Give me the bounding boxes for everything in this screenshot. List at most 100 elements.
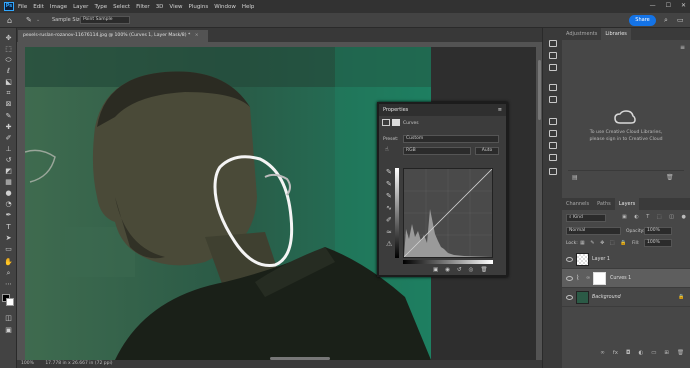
eye-icon[interactable] [566, 276, 573, 281]
document-canvas[interactable] [25, 47, 431, 360]
menu-image[interactable]: Image [50, 4, 67, 10]
menu-window[interactable]: Window [214, 4, 236, 10]
layer-mask-thumbnail[interactable] [593, 272, 606, 285]
home-icon[interactable]: ⌂ [7, 16, 12, 25]
rectangle-tool-icon[interactable]: ▭ [4, 245, 13, 253]
object-selection-tool-icon[interactable]: ⬕ [4, 78, 13, 86]
library-footer-icon[interactable]: ▤ [572, 174, 578, 181]
share-button[interactable]: Share [629, 15, 656, 26]
menu-filter[interactable]: Filter [136, 4, 150, 10]
eye-icon[interactable] [566, 295, 573, 300]
new-layer-icon[interactable]: ⊞ [664, 350, 669, 360]
eyedropper-tool-icon[interactable]: ✎ [26, 16, 32, 24]
more-tools-icon[interactable]: ⋯ [4, 280, 13, 288]
toggle-visibility-icon[interactable]: ◎ [469, 267, 474, 273]
patterns-panel-icon[interactable] [549, 168, 557, 175]
menu-plugins[interactable]: Plugins [188, 4, 208, 10]
history-panel-icon[interactable] [549, 40, 557, 47]
tab-paths[interactable]: Paths [593, 198, 615, 210]
artboard-tool-icon[interactable]: ⬚ [4, 45, 13, 53]
link-layers-icon[interactable]: ∞ [600, 350, 605, 360]
quick-mask-icon[interactable]: ◫ [4, 314, 13, 322]
clip-to-layer-icon[interactable]: ▣ [433, 267, 438, 273]
auto-button[interactable]: Auto [475, 147, 499, 155]
character-panel-icon[interactable] [549, 64, 557, 71]
smooth-curve-icon[interactable]: ≈ [386, 228, 392, 236]
zoom-level[interactable]: 100% [21, 361, 34, 366]
zoom-tool-icon[interactable]: ⌕ [4, 269, 13, 277]
black-point-eyedropper-icon[interactable]: ✎ [386, 168, 392, 176]
swatches-panel-icon[interactable] [549, 84, 557, 91]
layer-filter-kind[interactable]: ⌕ Kind [566, 214, 606, 222]
reset-icon[interactable]: ↺ [457, 267, 462, 273]
tab-libraries[interactable]: Libraries [601, 28, 631, 40]
pencil-draw-icon[interactable]: ✐ [386, 216, 392, 224]
blend-mode-select[interactable]: Normal [566, 227, 621, 235]
type-tool-icon[interactable]: T [4, 223, 13, 231]
tool-preset-chevron-icon[interactable]: ⌄ [36, 17, 40, 23]
delete-layer-icon[interactable]: 🗑 [677, 350, 684, 360]
add-style-icon[interactable]: fx [613, 350, 618, 360]
properties-title-bar[interactable]: Properties ≡ [379, 104, 506, 116]
path-selection-icon[interactable]: ➤ [4, 234, 13, 242]
eyedropper-icon[interactable]: ✎ [4, 112, 13, 120]
opacity-input[interactable]: 100% [644, 227, 672, 235]
menu-view[interactable]: View [169, 4, 182, 10]
eye-icon[interactable] [566, 257, 573, 262]
properties-panel-icon[interactable] [549, 52, 557, 59]
lock-icons[interactable]: ▦ ✎ ✥ ⬚ 🔒 [580, 240, 628, 246]
clone-stamp-icon[interactable]: ⊥ [4, 145, 13, 153]
layer-row-background[interactable]: Background 🔒 [562, 288, 690, 307]
minimize-button[interactable]: — [650, 2, 656, 9]
menu-3d[interactable]: 3D [156, 4, 164, 10]
workspace-icon[interactable]: ▭ [677, 16, 684, 24]
mask-icon[interactable] [392, 119, 400, 126]
sample-size-select[interactable]: Point Sample [80, 16, 130, 24]
on-image-adjust-icon[interactable]: ☝ [385, 146, 389, 153]
channel-select[interactable]: RGB [403, 147, 471, 155]
menu-file[interactable]: File [18, 4, 27, 10]
new-group-icon[interactable]: ▭ [651, 350, 656, 360]
brushes-panel-icon[interactable] [549, 118, 557, 125]
gray-point-eyedropper-icon[interactable]: ✎ [386, 180, 392, 188]
tab-channels[interactable]: Channels [562, 198, 593, 210]
link-icon[interactable]: ∞ [586, 275, 590, 281]
menu-layer[interactable]: Layer [73, 4, 88, 10]
menu-help[interactable]: Help [242, 4, 255, 10]
adjustment-icon[interactable] [382, 119, 390, 126]
pen-tool-icon[interactable]: ✒ [4, 211, 13, 219]
preset-select[interactable]: Custom [403, 135, 499, 143]
glyphs-panel-icon[interactable] [549, 142, 557, 149]
adjustments-panel-icon[interactable] [549, 96, 557, 103]
hand-tool-icon[interactable]: ✋ [4, 258, 13, 266]
lasso-tool-icon[interactable]: ℓ [4, 67, 13, 75]
brush-tool-icon[interactable]: ✐ [4, 134, 13, 142]
crop-tool-icon[interactable]: ⌗ [4, 89, 13, 97]
white-point-eyedropper-icon[interactable]: ✎ [386, 192, 392, 200]
curves-graph[interactable] [403, 168, 493, 258]
paths-panel-icon[interactable] [549, 130, 557, 137]
close-window-button[interactable]: ✕ [681, 2, 686, 9]
layer-row-curves-1[interactable]: ⌇ ∞ Curves 1 [562, 269, 690, 288]
healing-brush-icon[interactable]: ✚ [4, 123, 13, 131]
tab-adjustments[interactable]: Adjustments [562, 28, 601, 40]
add-mask-icon[interactable]: ◘ [626, 350, 630, 360]
maximize-button[interactable]: ☐ [666, 2, 671, 9]
view-previous-icon[interactable]: ◉ [445, 267, 450, 273]
eraser-tool-icon[interactable]: ◩ [4, 167, 13, 175]
frame-tool-icon[interactable]: ⊠ [4, 100, 13, 108]
move-tool-icon[interactable]: ✥ [4, 34, 13, 42]
screen-mode-icon[interactable]: ▣ [4, 326, 13, 334]
fill-input[interactable]: 100% [644, 239, 672, 247]
tab-layers[interactable]: Layers [614, 198, 640, 210]
background-color-swatch[interactable] [6, 298, 14, 306]
delete-adjustment-icon[interactable]: 🗑 [480, 267, 487, 273]
vertical-scrollbar[interactable] [538, 60, 541, 120]
menu-edit[interactable]: Edit [33, 4, 44, 10]
library-delete-icon[interactable]: 🗑 [666, 174, 674, 181]
marquee-tool-icon[interactable]: ⬭ [4, 56, 13, 64]
document-tab[interactable]: pexels-ruslan-rozanov-11676114.jpg @ 100… [18, 30, 208, 42]
dodge-tool-icon[interactable]: ◔ [4, 200, 13, 208]
history-brush-icon[interactable]: ↺ [4, 156, 13, 164]
panel-menu-icon[interactable]: ≡ [498, 104, 502, 116]
